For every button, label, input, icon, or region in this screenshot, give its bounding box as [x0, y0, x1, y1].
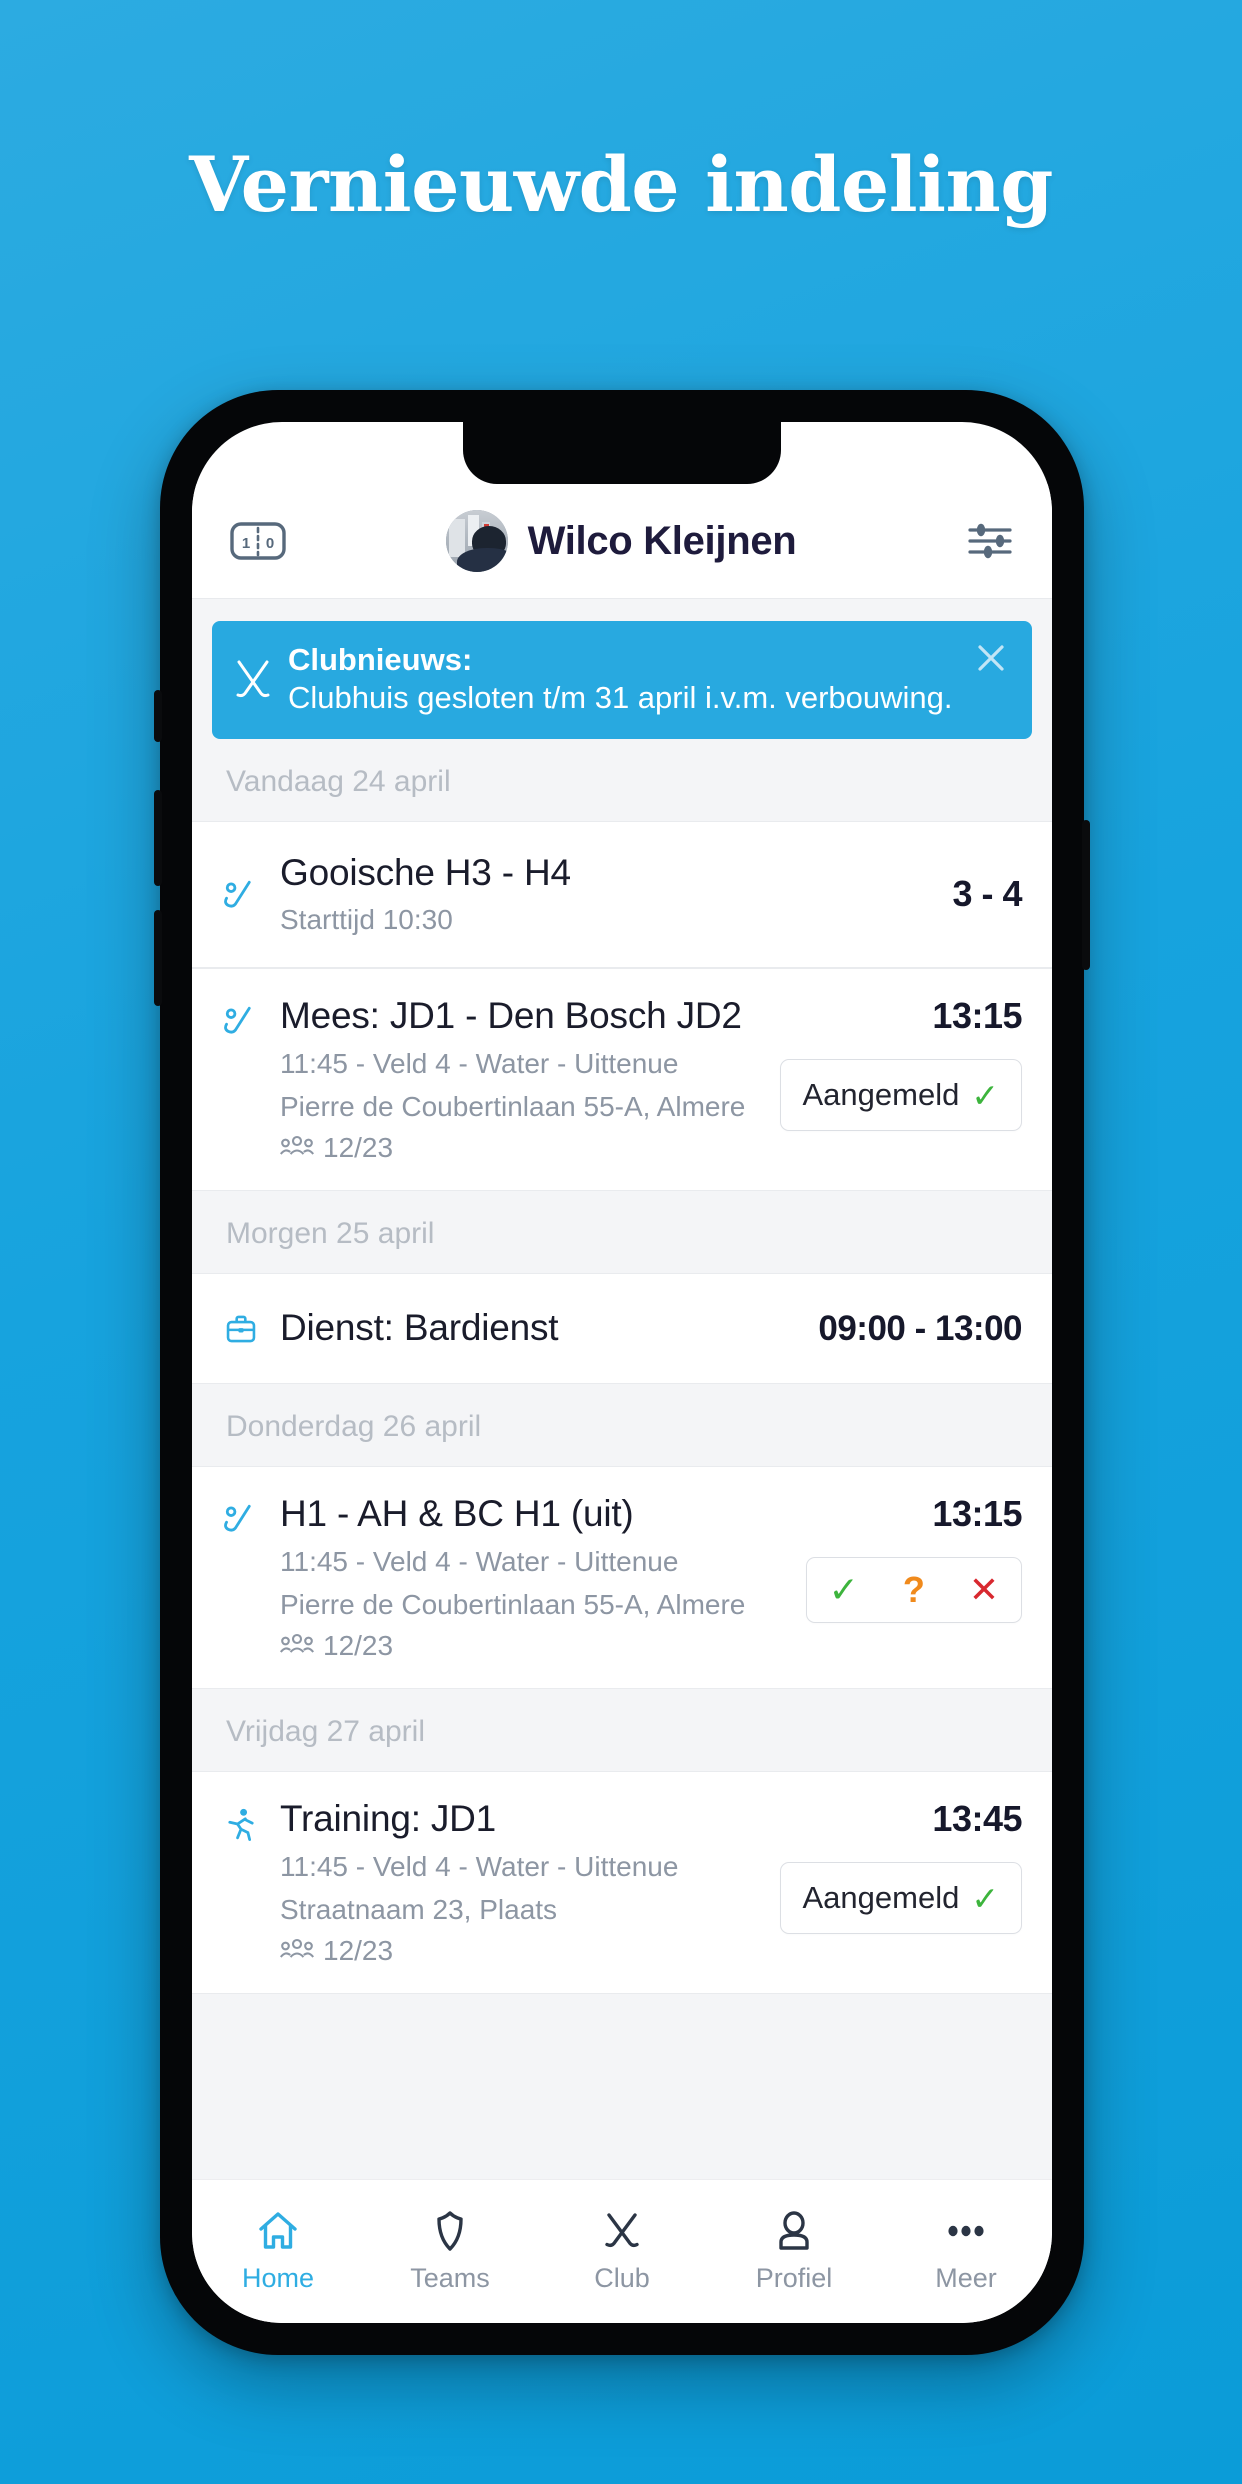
- event-score: 3 - 4: [952, 873, 1022, 915]
- shield-icon: [428, 2209, 472, 2253]
- header-user[interactable]: Wilco Kleijnen: [276, 510, 966, 572]
- tab-teams-label: Teams: [410, 2263, 490, 2293]
- event-title: Gooische H3 - H4: [280, 851, 571, 893]
- phone-volume-down-button: [154, 910, 162, 1006]
- phone-mute-switch: [154, 690, 162, 742]
- bottom-tab-bar: Home Teams Club Profiel Meer: [192, 2179, 1052, 2323]
- phone-notch: [463, 422, 781, 484]
- event-subline: 11:45 - Veld 4 - Water - Uittenue: [280, 1545, 679, 1577]
- hockey-stick-ball-icon: [222, 995, 266, 1046]
- event-subline: 11:45 - Veld 4 - Water - Uittenue: [280, 1047, 679, 1079]
- crossed-sticks-icon: [600, 2209, 644, 2253]
- tab-home-label: Home: [241, 2263, 315, 2293]
- page-title: Vernieuwde indeling: [189, 140, 1053, 229]
- club-news-banner[interactable]: Clubnieuws: Clubhuis gesloten t/m 31 apr…: [212, 621, 1032, 739]
- event-time: 13:15: [932, 995, 1022, 1037]
- event-location: Pierre de Coubertinlaan 55-A, Almere: [280, 1588, 746, 1620]
- running-person-icon: [222, 1798, 266, 1849]
- hockey-stick-ball-icon: [222, 1493, 266, 1544]
- banner-title: Clubnieuws:: [288, 642, 473, 677]
- day-header: Vrijdag 27 april: [192, 1689, 1052, 1772]
- phone-power-button: [1082, 820, 1090, 970]
- agenda-scroll-area[interactable]: Clubnieuws: Clubhuis gesloten t/m 31 apr…: [192, 599, 1052, 2179]
- agenda-event-row[interactable]: Mees: JD1 - Den Bosch JD2 11:45 - Veld 4…: [192, 968, 1052, 1192]
- person-icon: [772, 2209, 816, 2253]
- event-title: Training: JD1: [280, 1798, 497, 1840]
- check-icon: ✓: [971, 1879, 999, 1917]
- agenda-bottom-spacer: [192, 1993, 1052, 2114]
- app-header: 1 0 Wilco Kleijnen: [192, 484, 1052, 599]
- event-attendance: 12/23: [279, 1132, 766, 1164]
- phone-frame: 1 0 Wilco Kleijnen Clubnieuws: Clubhuis …: [154, 390, 1090, 2355]
- day-header: Donderdag 26 april: [192, 1384, 1052, 1467]
- avatar[interactable]: [445, 510, 508, 572]
- sliders-icon[interactable]: [966, 520, 1014, 562]
- crossed-hockey-sticks-icon: [230, 654, 276, 704]
- tab-club-label: Club: [594, 2263, 650, 2293]
- attendance-count: 12/23: [323, 1934, 394, 1966]
- attend-yes-button[interactable]: ✓: [807, 1558, 881, 1622]
- tab-meer[interactable]: Meer: [880, 2209, 1052, 2294]
- attend-maybe-button[interactable]: ?: [881, 1558, 947, 1622]
- header-user-name: Wilco Kleijnen: [527, 518, 797, 563]
- phone-screen: 1 0 Wilco Kleijnen Clubnieuws: Clubhuis …: [192, 422, 1052, 2323]
- home-icon: [256, 2209, 300, 2253]
- tab-home[interactable]: Home: [192, 2209, 364, 2294]
- day-header: Morgen 25 april: [192, 1191, 1052, 1274]
- event-subline: 11:45 - Veld 4 - Water - Uittenue: [280, 1850, 679, 1882]
- tab-profiel-label: Profiel: [755, 2263, 833, 2293]
- attendance-status-button[interactable]: Aangemeld ✓: [779, 1059, 1022, 1132]
- people-icon: [279, 1935, 315, 1967]
- event-subline: Starttijd 10:30: [280, 904, 453, 936]
- tab-profiel[interactable]: Profiel: [708, 2209, 880, 2294]
- attend-no-button[interactable]: ✕: [947, 1558, 1021, 1622]
- event-location: Straatnaam 23, Plaats: [280, 1893, 558, 1925]
- agenda-event-row[interactable]: Gooische H3 - H4 Starttijd 10:30 3 - 4: [192, 820, 1052, 969]
- agenda-event-row[interactable]: Training: JD1 11:45 - Veld 4 - Water - U…: [192, 1771, 1052, 1994]
- attendance-count: 12/23: [323, 1630, 394, 1662]
- event-location: Pierre de Coubertinlaan 55-A, Almere: [280, 1091, 746, 1123]
- agenda-event-row[interactable]: H1 - AH & BC H1 (uit) 11:45 - Veld 4 - W…: [192, 1466, 1052, 1690]
- hockey-stick-ball-icon: [222, 869, 266, 920]
- banner-message: Clubhuis gesloten t/m 31 april i.v.m. ve…: [288, 679, 953, 715]
- attendance-status-button[interactable]: Aangemeld ✓: [779, 1862, 1022, 1935]
- tab-meer-label: Meer: [935, 2263, 997, 2293]
- day-header: Vandaag 24 april: [192, 738, 1052, 821]
- event-time-range: 09:00 - 13:00: [818, 1308, 1022, 1348]
- attendance-status-label: Aangemeld: [802, 1077, 960, 1113]
- check-icon: ✓: [971, 1076, 999, 1114]
- event-title: Mees: JD1 - Den Bosch JD2: [280, 995, 742, 1037]
- event-attendance: 12/23: [279, 1630, 792, 1662]
- event-time: 13:15: [932, 1493, 1022, 1535]
- tab-club[interactable]: Club: [536, 2209, 708, 2294]
- attendance-choice-group: ✓ ? ✕: [805, 1557, 1022, 1624]
- phone-volume-up-button: [154, 790, 162, 886]
- attendance-status-label: Aangemeld: [802, 1880, 960, 1916]
- event-title: H1 - AH & BC H1 (uit): [280, 1493, 634, 1535]
- ellipsis-icon: [944, 2209, 988, 2253]
- event-title: Dienst: Bardienst: [280, 1307, 559, 1349]
- people-icon: [279, 1630, 315, 1662]
- attendance-count: 12/23: [323, 1132, 394, 1164]
- tab-teams[interactable]: Teams: [364, 2209, 536, 2294]
- svg-text:1: 1: [242, 535, 250, 552]
- svg-text:0: 0: [266, 535, 274, 552]
- people-icon: [279, 1132, 315, 1164]
- event-attendance: 12/23: [279, 1934, 766, 1967]
- briefcase-icon: [222, 1304, 266, 1353]
- event-time: 13:45: [932, 1798, 1022, 1840]
- agenda-event-row[interactable]: Dienst: Bardienst 09:00 - 13:00: [192, 1273, 1052, 1385]
- close-icon[interactable]: [974, 641, 1008, 675]
